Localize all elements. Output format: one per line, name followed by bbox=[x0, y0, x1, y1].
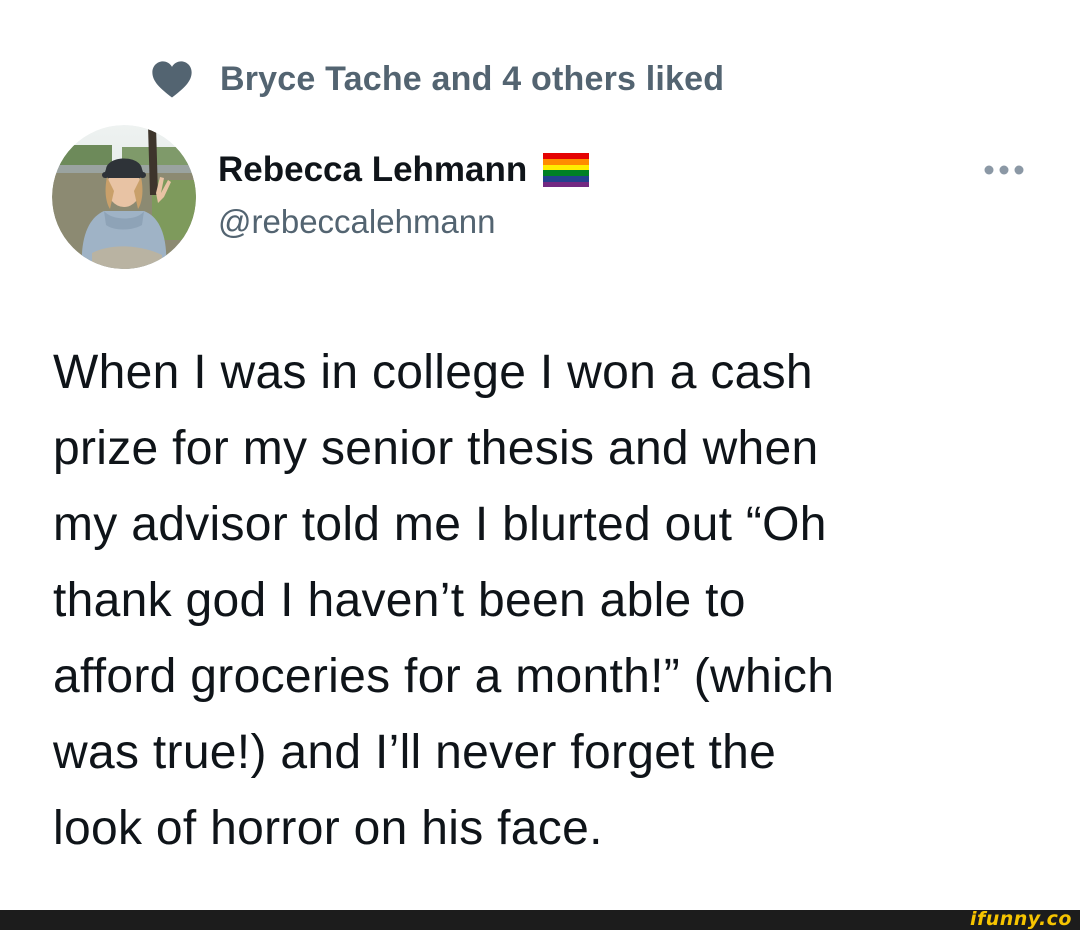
rainbow-flag-icon bbox=[543, 153, 590, 187]
tweet-text: When I was in college I won a cash prize… bbox=[53, 335, 1053, 867]
social-context-row[interactable]: Bryce Tache and 4 others liked bbox=[150, 55, 724, 103]
watermark-bar: ifunny.co bbox=[0, 908, 1080, 930]
social-context-text: Bryce Tache and 4 others liked bbox=[220, 59, 725, 98]
tweet-line: When I was in college I won a cash bbox=[53, 346, 813, 399]
watermark-logo: ifunny.co bbox=[969, 908, 1072, 930]
tweet-line: look of horror on his face. bbox=[53, 802, 603, 855]
tweet-line: thank god I haven’t been able to bbox=[53, 574, 746, 627]
tweet-line: my advisor told me I blurted out “Oh bbox=[53, 498, 827, 551]
heart-icon bbox=[152, 61, 192, 98]
author-handle[interactable]: @rebeccalehmann bbox=[218, 203, 496, 241]
tweet-line: afford groceries for a month!” (which bbox=[53, 650, 835, 703]
avatar[interactable] bbox=[52, 125, 196, 269]
author-name[interactable]: Rebecca Lehmann bbox=[218, 150, 527, 190]
tweet-line: prize for my senior thesis and when bbox=[53, 422, 819, 475]
author-name-row[interactable]: Rebecca Lehmann bbox=[218, 150, 590, 190]
tweet-line: was true!) and I’ll never forget the bbox=[53, 726, 777, 779]
more-horizontal-icon[interactable] bbox=[983, 160, 1025, 180]
